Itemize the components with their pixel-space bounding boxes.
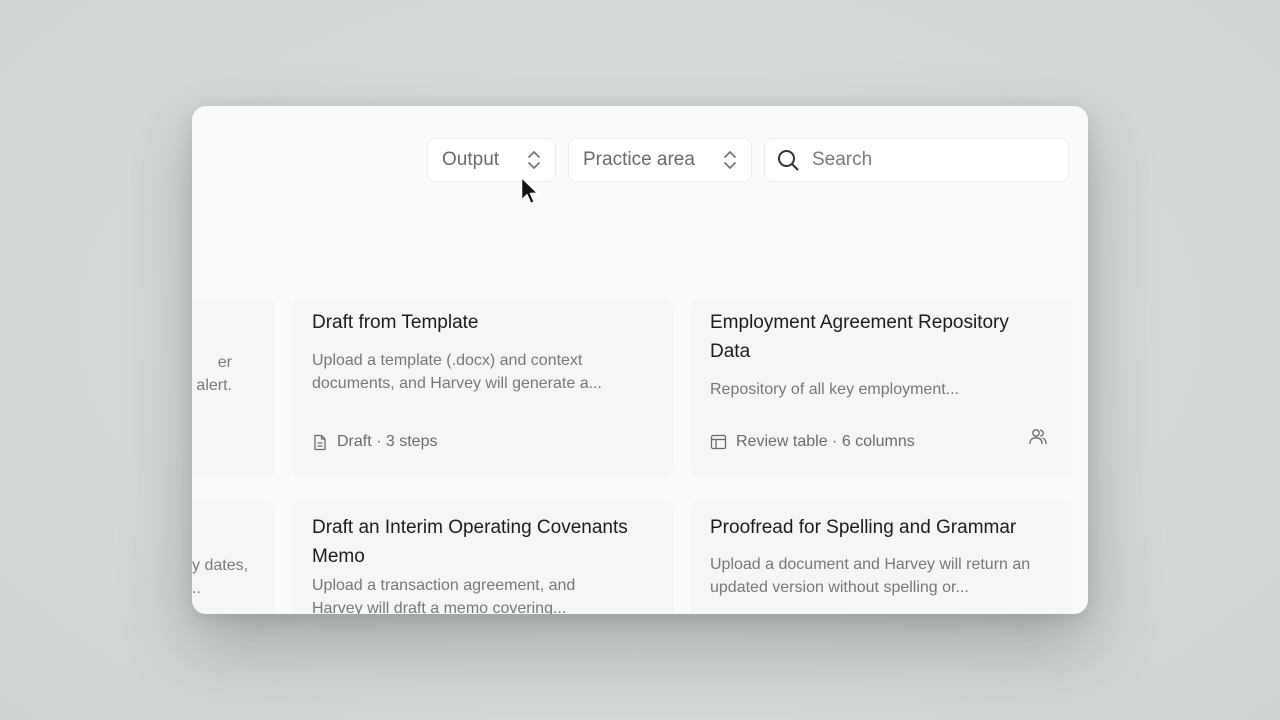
card-description-fragment: er <box>217 354 232 371</box>
card-meta-label: Draft · 3 steps <box>337 433 438 450</box>
card-description: Repository of all key employment... <box>710 381 959 398</box>
search-box[interactable] <box>764 138 1069 182</box>
card-description-fragment: alert. <box>196 377 232 394</box>
mouse-pointer-icon <box>520 176 540 213</box>
card-description: Upload a transaction agreement, and Harv… <box>312 577 576 614</box>
table-icon <box>710 434 727 450</box>
workflow-card-partial[interactable]: er alert. <box>192 298 275 478</box>
card-description-fragment: .. <box>192 580 201 597</box>
card-title: Proofread for Spelling and Grammar <box>710 517 1017 538</box>
card-title: Employment Agreement Repository Data <box>710 312 1009 362</box>
card-title: Draft from Template <box>312 312 479 333</box>
workflow-card-proofread[interactable]: Proofread for Spelling and Grammar Uploa… <box>690 500 1073 614</box>
users-icon <box>1029 428 1047 450</box>
workflow-card-interim-operating-covenants[interactable]: Draft an Interim Operating Covenants Mem… <box>292 500 674 614</box>
workflow-library-window: Output Practice area er alert. <box>192 106 1088 614</box>
workflow-card-draft-from-template[interactable]: Draft from Template Upload a template (.… <box>292 298 674 478</box>
chevron-up-down-icon <box>527 150 541 170</box>
workflow-card-employment-agreement[interactable]: Employment Agreement Repository Data Rep… <box>690 298 1073 478</box>
card-description-fragment: y dates, <box>192 557 249 574</box>
search-input[interactable] <box>812 149 1042 171</box>
workflow-card-partial[interactable]: y dates, .. <box>192 500 275 614</box>
card-title: Draft an Interim Operating Covenants Mem… <box>312 517 628 567</box>
chevron-up-down-icon <box>723 150 737 170</box>
card-description: Upload a template (.docx) and context do… <box>312 352 602 392</box>
search-icon <box>777 149 799 171</box>
document-icon <box>312 434 328 451</box>
card-description: Upload a document and Harvey will return… <box>710 556 1031 596</box>
card-meta: Draft · 3 steps <box>312 433 437 451</box>
card-meta-label: Review table · 6 columns <box>736 433 915 450</box>
card-meta: Review table · 6 columns <box>710 433 915 451</box>
practice-area-filter[interactable]: Practice area <box>568 138 752 182</box>
output-filter-label: Output <box>442 149 500 170</box>
practice-area-filter-label: Practice area <box>583 149 695 170</box>
